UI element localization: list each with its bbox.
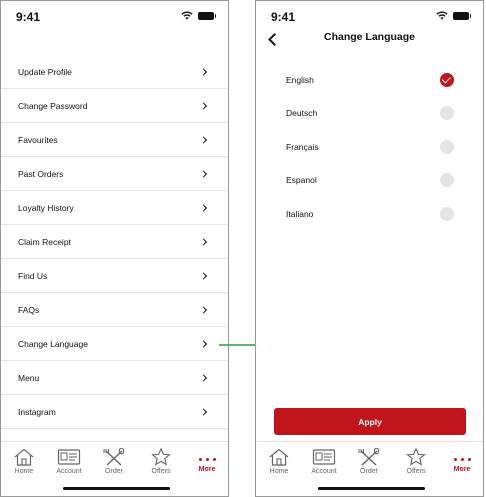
chevron-right-icon <box>199 67 208 76</box>
language-option-espanol[interactable]: Espanol <box>256 164 483 198</box>
menu-item-label: Change Password <box>18 100 88 111</box>
apply-button[interactable]: Apply <box>274 408 466 435</box>
tab-more[interactable]: More <box>439 442 483 482</box>
tab-order[interactable]: Order <box>346 442 392 482</box>
tab-label: More <box>453 466 471 473</box>
radio-unchecked-icon[interactable] <box>440 106 454 121</box>
status-icons <box>436 11 471 20</box>
tab-more[interactable]: More <box>184 442 228 482</box>
chevron-right-icon <box>199 339 208 348</box>
home-indicator <box>63 487 170 490</box>
tab-label: Account <box>311 468 337 475</box>
tab-account[interactable]: Account <box>301 442 347 482</box>
menu-item-claim-receipt[interactable]: Claim Receipt <box>1 225 228 259</box>
chevron-right-icon <box>199 169 208 178</box>
menu-item-favourites[interactable]: Favourites <box>1 123 228 157</box>
tab-label: More <box>198 466 216 473</box>
house-icon <box>269 448 289 466</box>
language-list: English Deutsch Français Espanol Italian… <box>256 63 483 231</box>
chevron-right-icon <box>199 135 208 144</box>
menu-item-instagram[interactable]: Instagram <box>1 395 228 429</box>
tab-offers[interactable]: Offers <box>393 442 439 482</box>
menu-item-label: FAQs <box>18 304 40 315</box>
tab-home[interactable]: Home <box>1 442 47 482</box>
menu-item-past-orders[interactable]: Past Orders <box>1 157 228 191</box>
battery-icon <box>198 11 216 20</box>
tab-label: Order <box>105 468 123 475</box>
menu-item-label: Menu <box>18 372 40 383</box>
menu-item-loyalty-history[interactable]: Loyalty History <box>1 191 228 225</box>
tab-label: Offers <box>151 468 171 475</box>
tab-order[interactable]: Order <box>91 442 137 482</box>
star-icon <box>151 448 171 466</box>
language-label: Italiano <box>286 208 314 219</box>
tab-label: Order <box>360 468 378 475</box>
id-card-icon <box>312 449 336 465</box>
status-time: 9:41 <box>16 10 41 24</box>
menu-item-find-us[interactable]: Find Us <box>1 259 228 293</box>
menu-item-label: Find Us <box>18 270 48 281</box>
wifi-icon <box>181 11 193 20</box>
more-menu-list: Update Profile Change Password Favourite… <box>1 55 228 429</box>
radio-unchecked-icon[interactable] <box>440 173 454 188</box>
status-bar: 9:41 <box>256 1 483 31</box>
tab-account[interactable]: Account <box>46 442 92 482</box>
menu-item-label: Instagram <box>18 406 56 417</box>
status-icons <box>181 11 216 20</box>
star-icon <box>406 448 426 466</box>
id-card-icon <box>57 449 81 465</box>
menu-item-change-password[interactable]: Change Password <box>1 89 228 123</box>
home-indicator <box>318 487 425 490</box>
status-time: 9:41 <box>271 10 296 24</box>
more-dots-icon <box>198 454 216 464</box>
menu-item-label: Loyalty History <box>18 202 74 213</box>
menu-item-update-profile[interactable]: Update Profile <box>1 55 228 89</box>
menu-item-label: Change Language <box>18 338 88 349</box>
radio-checked-icon[interactable] <box>440 72 454 87</box>
language-option-francais[interactable]: Français <box>256 130 483 164</box>
battery-icon <box>453 11 471 20</box>
more-menu-screen: 9:41 Update Profile Change Password Favo… <box>0 0 229 497</box>
radio-unchecked-icon[interactable] <box>440 206 454 221</box>
language-label: English <box>286 74 314 85</box>
menu-item-label: Update Profile <box>18 66 72 77</box>
tab-offers[interactable]: Offers <box>138 442 184 482</box>
language-option-italiano[interactable]: Italiano <box>256 197 483 231</box>
chevron-right-icon <box>199 237 208 246</box>
language-label: Espanol <box>286 175 317 186</box>
language-option-english[interactable]: English <box>256 63 483 97</box>
tab-label: Home <box>14 468 34 475</box>
fork-spoon-icon <box>103 448 125 466</box>
tab-label: Offers <box>406 468 426 475</box>
language-label: Deutsch <box>286 108 318 119</box>
nav-header: Change Language <box>256 29 483 51</box>
menu-item-label: Claim Receipt <box>18 236 71 247</box>
chevron-right-icon <box>199 101 208 110</box>
language-label: Français <box>286 141 319 152</box>
status-bar: 9:41 <box>1 1 228 31</box>
fork-spoon-icon <box>358 448 380 466</box>
change-language-screen: 9:41 Change Language English Deutsch Fra… <box>255 0 484 497</box>
menu-item-label: Favourites <box>18 134 58 145</box>
menu-item-change-language[interactable]: Change Language <box>1 327 228 361</box>
wifi-icon <box>436 11 448 20</box>
menu-item-menu[interactable]: Menu <box>1 361 228 395</box>
chevron-right-icon <box>199 305 208 314</box>
chevron-right-icon <box>199 407 208 416</box>
more-dots-icon <box>453 454 471 464</box>
chevron-right-icon <box>199 373 208 382</box>
tab-home[interactable]: Home <box>256 442 302 482</box>
chevron-right-icon <box>199 203 208 212</box>
menu-item-label: Past Orders <box>18 168 64 179</box>
menu-item-faqs[interactable]: FAQs <box>1 293 228 327</box>
radio-unchecked-icon[interactable] <box>440 139 454 154</box>
chevron-right-icon <box>199 271 208 280</box>
tab-label: Account <box>56 468 82 475</box>
page-title: Change Language <box>323 31 415 43</box>
tab-label: Home <box>269 468 289 475</box>
house-icon <box>14 448 34 466</box>
language-option-deutsch[interactable]: Deutsch <box>256 97 483 131</box>
